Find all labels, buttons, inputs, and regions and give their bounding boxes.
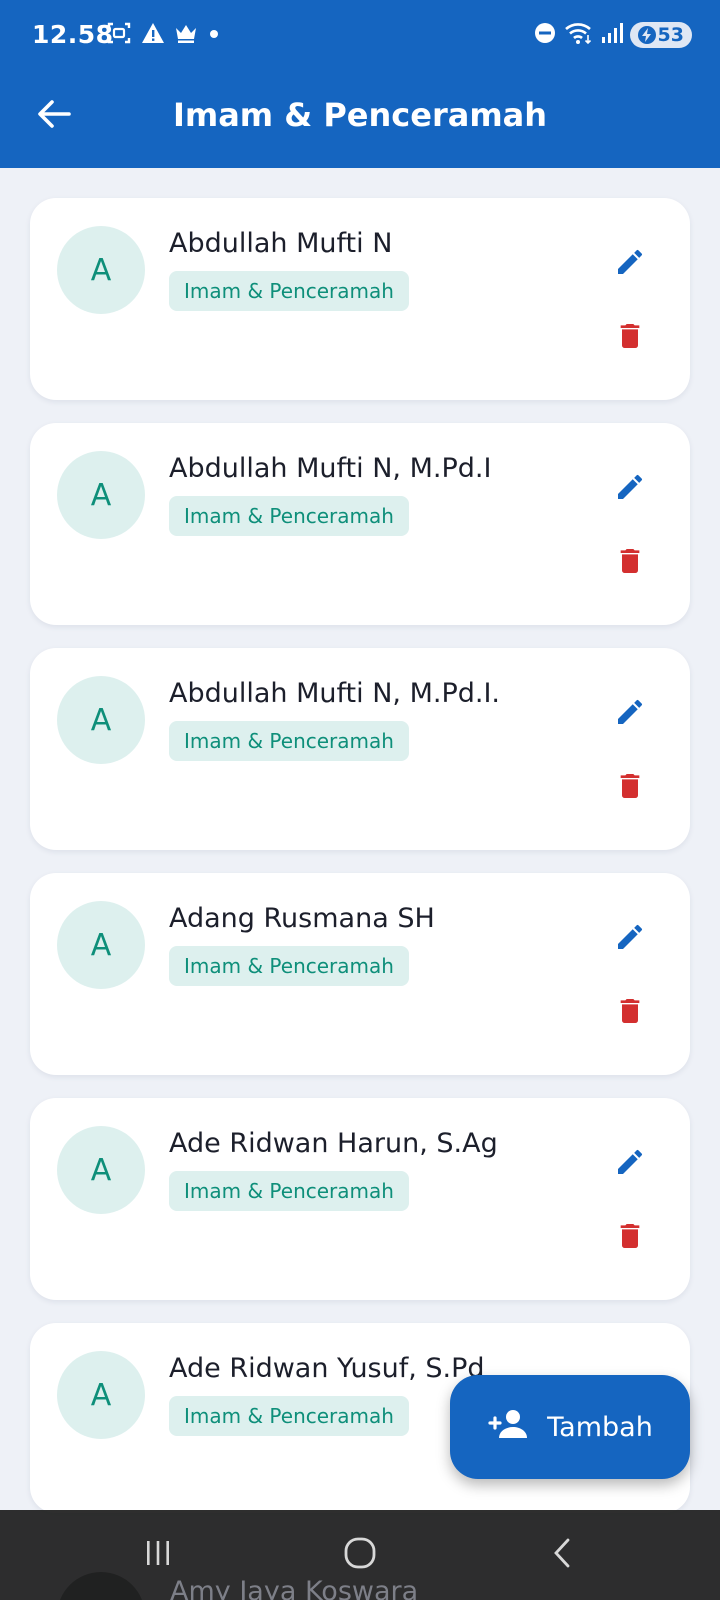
trash-icon [614, 770, 646, 807]
edit-button[interactable] [608, 917, 652, 961]
trash-icon [614, 545, 646, 582]
pencil-icon [614, 1146, 646, 1183]
status-time: 12.58 [32, 20, 114, 49]
person-card[interactable]: A Abdullah Mufti N, M.Pd.I Imam & Pencer… [30, 423, 690, 625]
role-badge: Imam & Penceramah [169, 1396, 409, 1436]
person-add-icon [487, 1408, 529, 1447]
delete-button[interactable] [608, 316, 652, 360]
avatar: A [57, 1351, 145, 1439]
avatar: A [57, 676, 145, 764]
trash-icon [614, 320, 646, 357]
role-badge: Imam & Penceramah [169, 1171, 409, 1211]
pencil-icon [614, 696, 646, 733]
battery-indicator: 53 [629, 22, 692, 48]
recent-apps-button[interactable] [128, 1530, 188, 1580]
avatar: A [57, 1126, 145, 1214]
pencil-icon [614, 921, 646, 958]
delete-button[interactable] [608, 541, 652, 585]
avatar: A [57, 901, 145, 989]
person-name: Abdullah Mufti N [169, 228, 393, 259]
do-not-disturb-icon [533, 21, 557, 50]
person-name: Ade Ridwan Harun, S.Ag [169, 1128, 498, 1159]
charging-icon [637, 26, 656, 44]
status-bar: 12.58 53 [0, 0, 720, 70]
person-card[interactable]: A Abdullah Mufti N Imam & Penceramah [30, 198, 690, 400]
pencil-icon [614, 246, 646, 283]
delete-button[interactable] [608, 766, 652, 810]
notification-dot-icon [207, 26, 221, 45]
edit-button[interactable] [608, 692, 652, 736]
crown-icon [174, 21, 198, 50]
home-icon [343, 1536, 377, 1575]
edit-button[interactable] [608, 467, 652, 511]
person-card[interactable]: A Ade Ridwan Harun, S.Ag Imam & Penceram… [30, 1098, 690, 1300]
delete-button[interactable] [608, 1216, 652, 1260]
home-button[interactable] [330, 1530, 390, 1580]
screenshot-icon [106, 20, 132, 51]
wifi-icon [564, 21, 594, 50]
person-name: Ade Ridwan Yusuf, S.Pd [169, 1353, 485, 1384]
person-name: Abdullah Mufti N, M.Pd.I [169, 453, 492, 484]
avatar: A [57, 451, 145, 539]
role-badge: Imam & Penceramah [169, 496, 409, 536]
chevron-left-icon [551, 1537, 573, 1574]
role-badge: Imam & Penceramah [169, 946, 409, 986]
avatar: A [57, 226, 145, 314]
trash-icon [614, 995, 646, 1032]
back-nav-button[interactable] [532, 1530, 592, 1580]
person-name: Adang Rusmana SH [169, 903, 435, 934]
add-person-button[interactable]: Tambah [450, 1375, 690, 1479]
person-card[interactable]: A Abdullah Mufti N, M.Pd.I. Imam & Pence… [30, 648, 690, 850]
signal-icon [601, 21, 623, 50]
trash-icon [614, 1220, 646, 1257]
pencil-icon [614, 471, 646, 508]
role-badge: Imam & Penceramah [169, 721, 409, 761]
person-list: A Abdullah Mufti N Imam & Penceramah A A… [30, 198, 690, 1536]
page-title: Imam & Penceramah [172, 96, 548, 134]
add-person-label: Tambah [547, 1411, 653, 1443]
role-badge: Imam & Penceramah [169, 271, 409, 311]
person-name: Amy Jaya Koswara [170, 1576, 419, 1600]
edit-button[interactable] [608, 1142, 652, 1186]
app-bar: 12.58 53 Imam & Penceramah [0, 0, 720, 168]
battery-level: 53 [657, 24, 684, 46]
delete-button[interactable] [608, 991, 652, 1035]
warning-icon [141, 21, 165, 50]
edit-button[interactable] [608, 242, 652, 286]
person-card[interactable]: A Adang Rusmana SH Imam & Penceramah [30, 873, 690, 1075]
person-name: Abdullah Mufti N, M.Pd.I. [169, 678, 501, 709]
recent-apps-icon [143, 1539, 173, 1572]
